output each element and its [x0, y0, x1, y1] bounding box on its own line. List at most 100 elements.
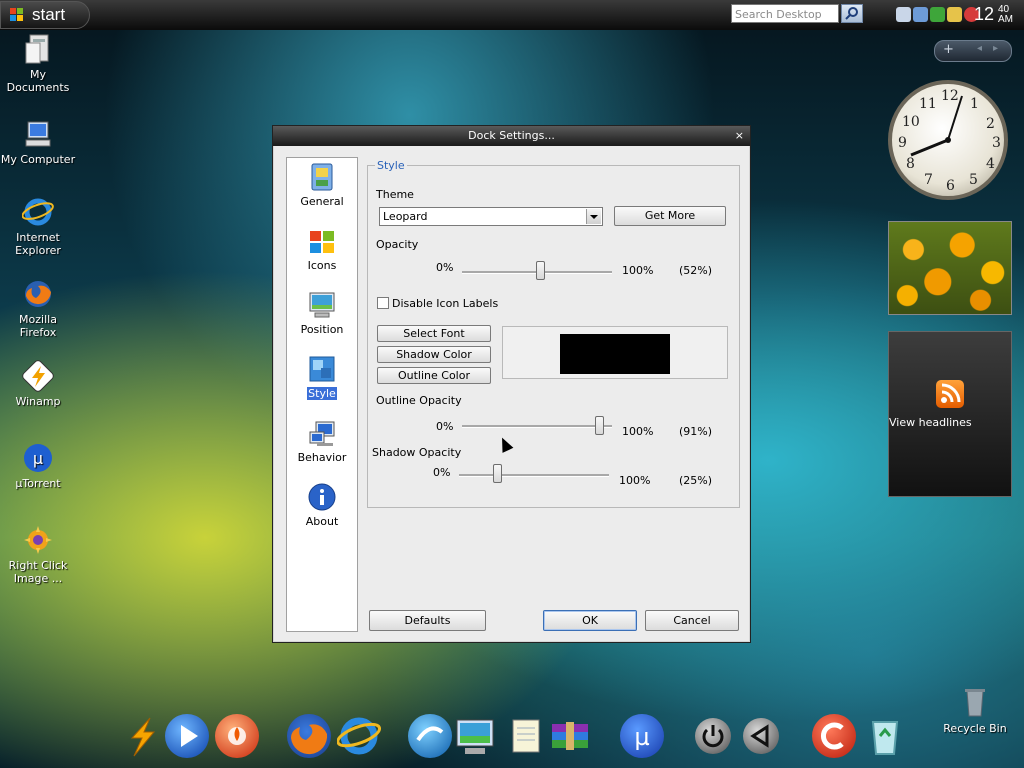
behavior-icon — [307, 418, 337, 448]
analog-clock-gadget[interactable]: 12 1 2 3 4 5 6 7 8 9 10 11 — [888, 80, 1008, 200]
opacity-min: 0% — [436, 261, 454, 274]
nav-item-behavior[interactable]: Behavior — [287, 418, 357, 464]
dialog-titlebar[interactable]: Dock Settings... × — [273, 126, 750, 146]
shadow-opacity-max: 100% — [619, 474, 651, 487]
position-icon — [307, 290, 337, 320]
theme-label: Theme — [376, 188, 414, 201]
desktop-icon-winamp[interactable]: Winamp — [0, 360, 76, 408]
notepad-icon[interactable] — [505, 714, 549, 758]
windows-logo-icon — [10, 8, 24, 22]
nav-label: General — [300, 195, 344, 208]
windows-logo-icon — [307, 226, 337, 256]
messenger-icon[interactable] — [408, 714, 452, 758]
desktop-icon-internet-explorer[interactable]: Internet Explorer — [0, 196, 76, 257]
network-icon[interactable] — [896, 7, 911, 22]
outline-color-button[interactable]: Outline Color — [377, 367, 491, 384]
slideshow-gadget[interactable] — [888, 221, 1012, 315]
prev-icon[interactable]: ◂ — [977, 43, 982, 54]
desktop-icon-label: My Documents — [6, 68, 70, 94]
nav-item-icons[interactable]: Icons — [287, 226, 357, 272]
recycle-bin-icon — [959, 686, 991, 718]
get-more-button[interactable]: Get More — [614, 206, 726, 226]
style-group: Style Theme Leopard Get More Opacity 0% … — [367, 159, 740, 508]
svg-text:µ: µ — [634, 723, 649, 751]
settings-nav: General Icons Position Style Behavior Ab… — [286, 157, 358, 632]
dialog-body: General Icons Position Style Behavior Ab… — [274, 146, 749, 641]
recycle-bin-icon[interactable] — [863, 714, 907, 758]
desktop-icon-utorrent[interactable]: µ µTorrent — [0, 442, 76, 490]
spybot-icon[interactable] — [913, 7, 928, 22]
burn-icon[interactable] — [215, 714, 259, 758]
green-app-icon[interactable] — [930, 7, 945, 22]
computer-icon — [22, 118, 54, 150]
shadow-opacity-slider-thumb[interactable] — [492, 464, 502, 483]
dialog-title: Dock Settings... — [468, 129, 555, 142]
desktop-icon-right-click-image[interactable]: Right Click Image ... — [0, 524, 76, 585]
general-icon — [307, 162, 337, 192]
ccleaner-icon[interactable] — [812, 714, 856, 758]
desktop-icon-label: µTorrent — [15, 477, 61, 490]
outline-opacity-slider-thumb[interactable] — [594, 416, 604, 435]
shadow-opacity-min: 0% — [433, 466, 451, 479]
winrar-icon[interactable] — [548, 714, 592, 758]
add-gadget-icon[interactable]: + — [943, 42, 954, 57]
disable-icon-labels-checkbox[interactable] — [377, 297, 389, 309]
theme-value: Leopard — [383, 210, 428, 223]
nav-item-position[interactable]: Position — [287, 290, 357, 336]
select-font-button[interactable]: Select Font — [377, 325, 491, 342]
theme-select[interactable]: Leopard — [379, 207, 603, 226]
opacity-slider-thumb[interactable] — [536, 261, 545, 280]
start-label: start — [32, 5, 66, 24]
taskbar-clock[interactable]: 12 40 AM — [974, 4, 1013, 25]
start-button[interactable]: start — [0, 1, 90, 29]
firefox-icon — [22, 278, 54, 310]
shadow-color-button[interactable]: Shadow Color — [377, 346, 491, 363]
shadow-opacity-label: Shadow Opacity — [372, 446, 462, 459]
style-icon — [307, 354, 337, 384]
next-icon[interactable]: ▸ — [993, 43, 998, 54]
winamp-bolt-icon[interactable] — [120, 714, 164, 758]
view-headlines-link[interactable]: View headlines — [889, 416, 972, 429]
desktop-icon-my-computer[interactable]: My Computer — [0, 118, 76, 166]
search-icon — [845, 7, 858, 20]
outline-opacity-slider-track[interactable] — [462, 425, 612, 428]
firefox-icon[interactable] — [287, 714, 331, 758]
disable-icon-labels-label[interactable]: Disable Icon Labels — [392, 297, 498, 310]
info-icon — [307, 482, 337, 512]
monitor-icon[interactable] — [453, 714, 497, 758]
cancel-button[interactable]: Cancel — [645, 610, 739, 631]
desktop-icon-label: Internet Explorer — [15, 231, 61, 257]
desktop-icon-my-documents[interactable]: My Documents — [0, 33, 76, 94]
utorrent-icon: µ — [22, 442, 54, 474]
recycle-bin-label: Recycle Bin — [943, 722, 1007, 735]
nav-item-style[interactable]: Style — [287, 354, 357, 400]
shadow-opacity-slider-track[interactable] — [459, 474, 609, 477]
desktop-icon-recycle-bin[interactable]: Recycle Bin — [942, 686, 1008, 735]
outline-opacity-min: 0% — [436, 420, 454, 433]
defaults-button[interactable]: Defaults — [369, 610, 486, 631]
nav-item-general[interactable]: General — [287, 162, 357, 208]
close-button[interactable]: × — [735, 126, 744, 146]
ok-button[interactable]: OK — [543, 610, 637, 631]
power-icon[interactable] — [695, 718, 731, 754]
winamp-icon — [22, 360, 54, 392]
sidebar-controls[interactable]: + ◂ ▸ — [934, 40, 1012, 62]
internet-explorer-icon[interactable] — [336, 714, 382, 758]
shadow-opacity-value: (25%) — [679, 474, 713, 487]
dock-settings-dialog: Dock Settings... × General Icons Positio… — [272, 125, 751, 643]
feed-headlines-gadget[interactable]: View headlines — [888, 331, 1012, 497]
search-button[interactable] — [841, 4, 863, 23]
clock-minute-ampm: 40 AM — [998, 5, 1013, 25]
nav-item-about[interactable]: About — [287, 482, 357, 528]
clock-hands — [910, 95, 963, 157]
style-preview — [502, 326, 728, 379]
media-player-icon[interactable] — [165, 714, 209, 758]
search-desktop-input[interactable]: Search Desktop — [731, 4, 839, 23]
swirl-icon[interactable] — [947, 7, 962, 22]
chevron-down-icon[interactable] — [586, 209, 601, 224]
back-icon[interactable] — [743, 718, 779, 754]
opacity-max: 100% — [622, 264, 654, 277]
desktop-icon-mozilla-firefox[interactable]: Mozilla Firefox — [0, 278, 76, 339]
nav-label-selected: Style — [307, 387, 337, 400]
utorrent-icon[interactable]: µ — [620, 714, 664, 758]
